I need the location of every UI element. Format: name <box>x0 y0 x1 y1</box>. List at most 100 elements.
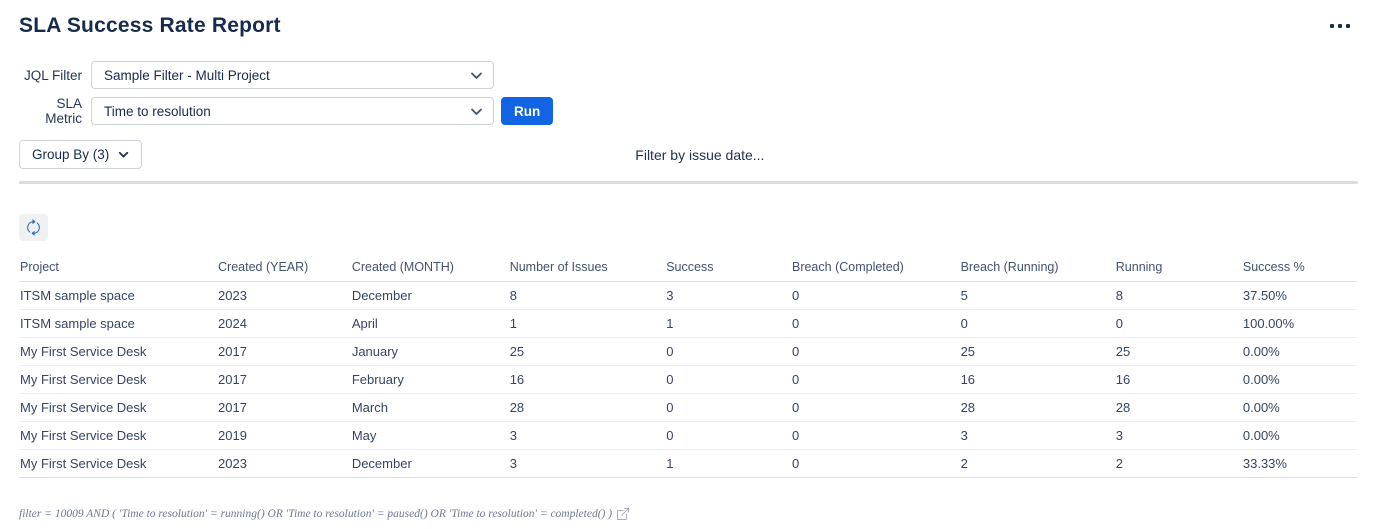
table-cell: 2023 <box>217 282 351 310</box>
table-cell: February <box>351 366 509 394</box>
sla-metric-selected-value: Time to resolution <box>104 104 211 119</box>
table-row: ITSM sample space2024April11000100.00% <box>19 310 1357 338</box>
table-cell: 0.00% <box>1242 422 1357 450</box>
column-header: Success <box>665 257 791 282</box>
table-cell: 3 <box>960 422 1115 450</box>
table-row: My First Service Desk2017January25002525… <box>19 338 1357 366</box>
issue-date-filter-input[interactable] <box>635 147 895 163</box>
column-header: Breach (Completed) <box>791 257 960 282</box>
table-cell: 2019 <box>217 422 351 450</box>
table-cell: 2017 <box>217 394 351 422</box>
table-cell: December <box>351 450 509 478</box>
table-cell: 0 <box>791 310 960 338</box>
sla-metric-select[interactable]: Time to resolution <box>91 97 494 125</box>
table-cell: 0 <box>791 394 960 422</box>
table-cell: 0 <box>665 394 791 422</box>
table-cell: ITSM sample space <box>19 282 217 310</box>
chevron-down-icon <box>470 69 483 82</box>
table-header-row: ProjectCreated (YEAR)Created (MONTH)Numb… <box>19 257 1357 282</box>
table-cell: 0 <box>791 422 960 450</box>
table-row: My First Service Desk2023December3102233… <box>19 450 1357 478</box>
refresh-button[interactable] <box>19 214 48 241</box>
page-header: SLA Success Rate Report <box>19 12 1358 38</box>
column-header: Number of Issues <box>509 257 666 282</box>
table-cell: 16 <box>509 366 666 394</box>
group-by-button[interactable]: Group By (3) <box>19 140 142 169</box>
table-cell: 5 <box>960 282 1115 310</box>
table-cell: 0 <box>791 338 960 366</box>
table-cell: 28 <box>960 394 1115 422</box>
table-cell: 0 <box>665 422 791 450</box>
run-button[interactable]: Run <box>501 97 553 125</box>
table-cell: 0 <box>791 450 960 478</box>
section-divider <box>19 181 1358 184</box>
chevron-down-icon <box>118 149 129 160</box>
table-cell: March <box>351 394 509 422</box>
table-cell: 1 <box>665 450 791 478</box>
table-cell: 3 <box>509 450 666 478</box>
table-cell: 0 <box>791 366 960 394</box>
group-by-row: Group By (3) <box>19 140 1358 169</box>
table-cell: 0 <box>791 282 960 310</box>
table-cell: 0.00% <box>1242 394 1357 422</box>
table-cell: 1 <box>665 310 791 338</box>
column-header: Created (MONTH) <box>351 257 509 282</box>
table-cell: 3 <box>1115 422 1242 450</box>
table-cell: 37.50% <box>1242 282 1357 310</box>
table-cell: 8 <box>1115 282 1242 310</box>
table-cell: January <box>351 338 509 366</box>
table-cell: 0.00% <box>1242 338 1357 366</box>
sla-metric-row: SLA Metric Time to resolution Run <box>19 97 1358 125</box>
table-cell: 2017 <box>217 338 351 366</box>
table-cell: 0 <box>1115 310 1242 338</box>
table-cell: 25 <box>960 338 1115 366</box>
table-cell: 25 <box>509 338 666 366</box>
column-header: Running <box>1115 257 1242 282</box>
report-table: ProjectCreated (YEAR)Created (MONTH)Numb… <box>19 257 1357 478</box>
table-row: My First Service Desk2017February1600161… <box>19 366 1357 394</box>
table-cell: 2023 <box>217 450 351 478</box>
jql-filter-select[interactable]: Sample Filter - Multi Project <box>91 61 494 89</box>
table-cell: 2 <box>960 450 1115 478</box>
table-cell: 2017 <box>217 366 351 394</box>
table-body: ITSM sample space2023December8305837.50%… <box>19 282 1357 478</box>
table-cell: 2 <box>1115 450 1242 478</box>
table-cell: 25 <box>1115 338 1242 366</box>
table-cell: April <box>351 310 509 338</box>
table-row: My First Service Desk2017March280028280.… <box>19 394 1357 422</box>
more-actions-ellipsis-icon[interactable] <box>1322 14 1358 38</box>
table-cell: 28 <box>1115 394 1242 422</box>
table-cell: 1 <box>509 310 666 338</box>
table-cell: 0 <box>960 310 1115 338</box>
table-cell: 0 <box>665 366 791 394</box>
refresh-icon <box>25 219 42 236</box>
jql-filter-row: JQL Filter Sample Filter - Multi Project <box>19 61 1358 89</box>
table-cell: My First Service Desk <box>19 394 217 422</box>
sla-metric-label: SLA Metric <box>19 96 82 126</box>
column-header: Created (YEAR) <box>217 257 351 282</box>
table-cell: 33.33% <box>1242 450 1357 478</box>
column-header: Breach (Running) <box>960 257 1115 282</box>
table-cell: May <box>351 422 509 450</box>
jql-filter-expression: filter = 10009 AND ( 'Time to resolution… <box>19 508 612 520</box>
table-cell: ITSM sample space <box>19 310 217 338</box>
chevron-down-icon <box>470 105 483 118</box>
table-row: ITSM sample space2023December8305837.50% <box>19 282 1357 310</box>
external-link-icon[interactable] <box>617 508 629 520</box>
column-header: Project <box>19 257 217 282</box>
table-cell: My First Service Desk <box>19 450 217 478</box>
table-cell: 16 <box>1115 366 1242 394</box>
table-row: My First Service Desk2019May300330.00% <box>19 422 1357 450</box>
table-cell: My First Service Desk <box>19 422 217 450</box>
filter-form: JQL Filter Sample Filter - Multi Project… <box>19 61 1358 125</box>
jql-filter-selected-value: Sample Filter - Multi Project <box>104 68 270 83</box>
column-header: Success % <box>1242 257 1357 282</box>
sla-report-page: SLA Success Rate Report JQL Filter Sampl… <box>0 0 1377 529</box>
table-cell: 3 <box>665 282 791 310</box>
table-cell: 28 <box>509 394 666 422</box>
table-cell: 3 <box>509 422 666 450</box>
page-title: SLA Success Rate Report <box>19 14 281 38</box>
jql-filter-label: JQL Filter <box>19 68 82 83</box>
group-by-label: Group By (3) <box>32 147 109 162</box>
table-cell: 16 <box>960 366 1115 394</box>
